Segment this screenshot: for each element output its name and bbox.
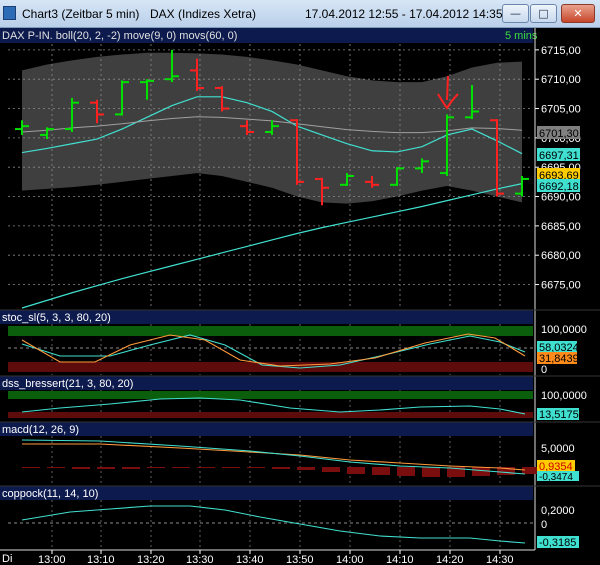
dss-oversold-zone bbox=[8, 412, 533, 418]
minimize-button[interactable]: — bbox=[502, 4, 529, 23]
macd-legend: macd(12, 26, 9) bbox=[2, 424, 79, 436]
x-tick-label: 13:30 bbox=[186, 554, 214, 565]
stoc-overbought-zone bbox=[8, 326, 533, 336]
macd-tag-label: -0,3474 bbox=[539, 472, 573, 483]
period-label: 5 mins bbox=[505, 30, 538, 42]
coppock-y-tick: 0 bbox=[541, 519, 547, 531]
macd-hist-bar bbox=[122, 467, 140, 469]
y-tick-label: 6675,00 bbox=[541, 280, 581, 292]
x-tick-label: 14:00 bbox=[336, 554, 364, 565]
y-tick-label: 6690,00 bbox=[541, 192, 581, 204]
macd-hist-bar bbox=[372, 467, 390, 475]
main-legend: DAX P-IN. boll(20, 2, -2) move(9, 0) mov… bbox=[2, 30, 237, 42]
y-tick-label: 6710,00 bbox=[541, 74, 581, 86]
x-tick-label: 13:10 bbox=[87, 554, 115, 565]
dss-overbought-zone bbox=[8, 391, 533, 399]
macd-hist-bar bbox=[247, 467, 265, 468]
y-tick-label: 6715,00 bbox=[541, 45, 581, 57]
macd-hist-bar bbox=[172, 467, 190, 468]
stoc-tag-label: 31,8439 bbox=[539, 353, 579, 365]
stoc-y-tick: 100,0000 bbox=[541, 324, 587, 336]
macd-hist-bar bbox=[47, 467, 65, 468]
x-tick-label: 13:00 bbox=[38, 554, 66, 565]
date-range: 17.04.2012 12:55 - 17.04.2012 14:35 bbox=[305, 7, 503, 21]
x-axis-corner-label: Di bbox=[2, 553, 12, 565]
instrument-title: DAX (Indizes Xetra) bbox=[150, 7, 257, 21]
x-tick-label: 14:30 bbox=[486, 554, 514, 565]
chart-app-icon bbox=[3, 6, 16, 20]
macd-y-tick: 5,0000 bbox=[541, 443, 575, 455]
x-tick-label: 14:10 bbox=[386, 554, 414, 565]
x-tick-label: 14:20 bbox=[436, 554, 464, 565]
coppock-legend: coppock(11, 14, 10) bbox=[2, 488, 98, 500]
macd-hist-bar bbox=[397, 467, 415, 476]
price-tag-label: 6692,18 bbox=[539, 181, 579, 193]
y-tick-label: 6685,00 bbox=[541, 221, 581, 233]
macd-hist-bar bbox=[22, 467, 40, 468]
macd-hist-bar bbox=[347, 467, 365, 474]
macd-hist-bar bbox=[222, 467, 240, 468]
price-tag-label: 6697,31 bbox=[539, 150, 579, 162]
macd-hist-bar bbox=[422, 467, 440, 477]
coppock-tag-label: -0,3185 bbox=[539, 537, 576, 549]
chart-canvas[interactable]: DAX P-IN. boll(20, 2, -2) move(9, 0) mov… bbox=[0, 28, 600, 565]
x-tick-label: 13:20 bbox=[137, 554, 165, 565]
stoc-legend: stoc_sl(5, 3, 3, 80, 20) bbox=[2, 312, 111, 324]
dss-legend: dss_bressert(21, 3, 80, 20) bbox=[2, 378, 133, 390]
dss-tag-label: 13,5175 bbox=[539, 409, 579, 421]
maximize-button[interactable]: □ bbox=[530, 4, 557, 23]
stoc-y-tick: 0 bbox=[541, 364, 547, 376]
y-tick-label: 6705,00 bbox=[541, 104, 581, 116]
x-tick-label: 13:40 bbox=[236, 554, 264, 565]
price-tag-label: 6701,30 bbox=[539, 128, 579, 140]
macd-hist-bar bbox=[72, 467, 90, 469]
stoc-oversold-zone bbox=[8, 362, 533, 372]
coppock-y-tick: 0,2000 bbox=[541, 505, 575, 517]
macd-hist-bar bbox=[197, 467, 215, 468]
window-title: Chart3 (Zeitbar 5 min) bbox=[22, 7, 140, 21]
window-titlebar[interactable]: Chart3 (Zeitbar 5 min) DAX (Indizes Xetr… bbox=[0, 0, 600, 28]
close-button[interactable]: ✕ bbox=[561, 4, 595, 23]
dss-y-tick: 100,0000 bbox=[541, 390, 587, 402]
y-tick-label: 6680,00 bbox=[541, 250, 581, 262]
macd-legend-bar bbox=[0, 422, 533, 436]
macd-hist-bar bbox=[297, 467, 315, 470]
macd-hist-bar bbox=[147, 467, 165, 468]
x-tick-label: 13:50 bbox=[286, 554, 314, 565]
macd-hist-bar bbox=[272, 467, 290, 469]
macd-hist-bar bbox=[97, 467, 115, 469]
macd-hist-bar bbox=[322, 467, 340, 472]
